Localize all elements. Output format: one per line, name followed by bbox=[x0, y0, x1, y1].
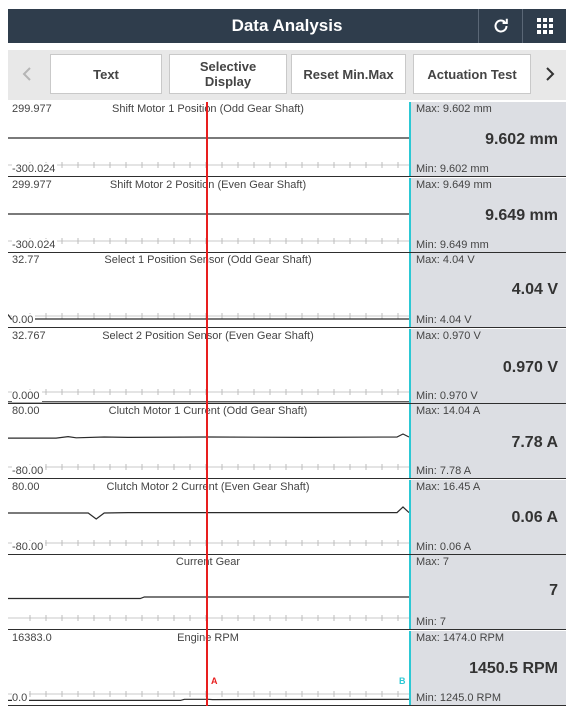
value-panel: Max: 9.602 mm 9.602 mm Min: 9.602 mm bbox=[409, 102, 566, 176]
graph-panel[interactable]: 32.767 Select 2 Position Sensor (Even Gea… bbox=[8, 329, 409, 403]
max-value: Max: 4.04 V bbox=[416, 254, 475, 266]
signal-name: Current Gear bbox=[175, 556, 241, 568]
y-axis-min-label: 0.0 bbox=[12, 692, 30, 704]
signal-name: Select 2 Position Sensor (Even Gear Shaf… bbox=[102, 330, 314, 342]
data-row[interactable]: 80.00 Clutch Motor 1 Current (Odd Gear Sh… bbox=[8, 404, 566, 479]
data-rows: 299.977 Shift Motor 1 Position (Odd Gear … bbox=[8, 102, 566, 706]
signal-name: Clutch Motor 1 Current (Odd Gear Shaft) bbox=[108, 405, 308, 417]
text-button[interactable]: Text bbox=[50, 54, 162, 94]
y-axis-min-label: 0.000 bbox=[12, 390, 42, 402]
value-panel: Max: 0.970 V 0.970 V Min: 0.970 V bbox=[409, 329, 566, 403]
grid-menu-icon bbox=[536, 18, 553, 34]
y-axis-max-label: 32.77 bbox=[12, 254, 40, 266]
min-value: Min: 7 bbox=[416, 616, 446, 628]
min-value: Min: 1245.0 RPM bbox=[416, 692, 501, 704]
data-row[interactable]: 32.767 Select 2 Position Sensor (Even Gea… bbox=[8, 329, 566, 404]
toolbar: Text Selective Display Reset Min.Max Act… bbox=[8, 50, 566, 100]
y-axis-min-label: -300.024 bbox=[12, 239, 58, 251]
value-panel: Max: 4.04 V 4.04 V Min: 4.04 V bbox=[409, 253, 566, 327]
cursor-a-line[interactable] bbox=[206, 102, 208, 706]
current-value: 1450.5 RPM bbox=[469, 660, 558, 677]
chevron-left-icon bbox=[22, 67, 31, 81]
signal-trace bbox=[8, 698, 409, 702]
min-value: Min: 0.06 A bbox=[416, 541, 472, 553]
value-panel: Max: 7 7 Min: 7 bbox=[409, 555, 566, 629]
reset-min-max-button[interactable]: Reset Min.Max bbox=[291, 54, 406, 94]
refresh-button[interactable] bbox=[478, 9, 522, 43]
max-value: Max: 0.970 V bbox=[416, 330, 481, 342]
signal-trace bbox=[8, 433, 409, 439]
min-value: Min: 4.04 V bbox=[416, 314, 472, 326]
y-axis-min-label: -80.00 bbox=[12, 541, 46, 553]
title-bar: Data Analysis bbox=[8, 9, 566, 43]
max-value: Max: 7 bbox=[416, 556, 450, 568]
graph-panel[interactable]: 299.977 Shift Motor 2 Position (Even Gear… bbox=[8, 178, 409, 252]
min-value: Min: 9.602 mm bbox=[416, 163, 489, 175]
data-row[interactable]: 299.977 Shift Motor 1 Position (Odd Gear … bbox=[8, 102, 566, 177]
min-value: Min: 7.78 A bbox=[416, 465, 472, 477]
current-value: 0.06 A bbox=[511, 509, 558, 526]
actuation-test-button[interactable]: Actuation Test bbox=[413, 54, 531, 94]
y-axis-min-label: 0.00 bbox=[12, 314, 36, 326]
signal-name: Shift Motor 1 Position (Odd Gear Shaft) bbox=[112, 103, 304, 115]
selective-display-button[interactable]: Selective Display bbox=[169, 54, 287, 94]
graph-panel[interactable]: Current Gear bbox=[8, 555, 409, 629]
value-panel: Max: 1474.0 RPM 1450.5 RPM Min: 1245.0 RPM bbox=[409, 631, 566, 705]
cursor-a-label: A bbox=[211, 676, 218, 686]
prev-button[interactable] bbox=[12, 54, 42, 94]
y-axis-min-label: -80.00 bbox=[12, 465, 46, 477]
y-axis-min-label: -300.024 bbox=[12, 163, 58, 175]
max-value: Max: 16.45 A bbox=[416, 481, 481, 493]
value-panel: Max: 16.45 A 0.06 A Min: 0.06 A bbox=[409, 480, 566, 554]
data-row[interactable]: 16383.0 Engine RPM 0.0 Max: 1474.0 RPM 1450.… bbox=[8, 631, 566, 706]
current-value: 7.78 A bbox=[511, 434, 558, 451]
signal-trace bbox=[8, 506, 409, 520]
chevron-right-icon bbox=[546, 67, 555, 81]
signal-name: Select 1 Position Sensor (Odd Gear Shaft… bbox=[104, 254, 312, 266]
refresh-icon bbox=[494, 18, 508, 33]
graph-panel[interactable]: 80.00 Clutch Motor 2 Current (Even Gear S… bbox=[8, 480, 409, 554]
y-axis-max-label: 299.977 bbox=[12, 103, 52, 115]
max-value: Max: 9.602 mm bbox=[416, 103, 492, 115]
next-button[interactable] bbox=[535, 54, 565, 94]
data-row[interactable]: Current Gear Max: 7 7 Min: 7 bbox=[8, 555, 566, 630]
y-axis-max-label: 80.00 bbox=[12, 481, 40, 493]
data-row[interactable]: 80.00 Clutch Motor 2 Current (Even Gear S… bbox=[8, 480, 566, 555]
max-value: Max: 1474.0 RPM bbox=[416, 632, 505, 644]
grid-menu-button[interactable] bbox=[522, 9, 566, 43]
max-value: Max: 9.649 mm bbox=[416, 179, 492, 191]
min-value: Min: 0.970 V bbox=[416, 390, 478, 402]
signal-name: Engine RPM bbox=[177, 632, 239, 644]
data-row[interactable]: 299.977 Shift Motor 2 Position (Even Gear… bbox=[8, 178, 566, 253]
y-axis-max-label: 32.767 bbox=[12, 330, 46, 342]
y-axis-max-label: 299.977 bbox=[12, 179, 52, 191]
graph-panel[interactable]: 16383.0 Engine RPM 0.0 bbox=[8, 631, 409, 705]
value-panel: Max: 9.649 mm 9.649 mm Min: 9.649 mm bbox=[409, 178, 566, 252]
signal-name: Clutch Motor 2 Current (Even Gear Shaft) bbox=[106, 481, 310, 493]
cursor-b-label: B bbox=[399, 676, 406, 686]
min-value: Min: 9.649 mm bbox=[416, 239, 489, 251]
value-panel: Max: 14.04 A 7.78 A Min: 7.78 A bbox=[409, 404, 566, 478]
graph-panel[interactable]: 80.00 Clutch Motor 1 Current (Odd Gear Sh… bbox=[8, 404, 409, 478]
y-axis-max-label: 16383.0 bbox=[12, 632, 52, 644]
current-value: 0.970 V bbox=[502, 359, 558, 376]
signal-name: Shift Motor 2 Position (Even Gear Shaft) bbox=[109, 179, 307, 191]
signal-trace bbox=[8, 314, 409, 320]
graph-panel[interactable]: 299.977 Shift Motor 1 Position (Odd Gear … bbox=[8, 102, 409, 176]
max-value: Max: 14.04 A bbox=[416, 405, 481, 417]
current-value: 9.602 mm bbox=[485, 131, 558, 148]
y-axis-max-label: 80.00 bbox=[12, 405, 40, 417]
current-value: 4.04 V bbox=[511, 281, 558, 298]
graph-panel[interactable]: 32.77 Select 1 Position Sensor (Odd Gear … bbox=[8, 253, 409, 327]
current-value: 9.649 mm bbox=[485, 207, 558, 224]
signal-trace bbox=[8, 596, 409, 600]
current-value: 7 bbox=[549, 582, 558, 599]
data-row[interactable]: 32.77 Select 1 Position Sensor (Odd Gear … bbox=[8, 253, 566, 328]
